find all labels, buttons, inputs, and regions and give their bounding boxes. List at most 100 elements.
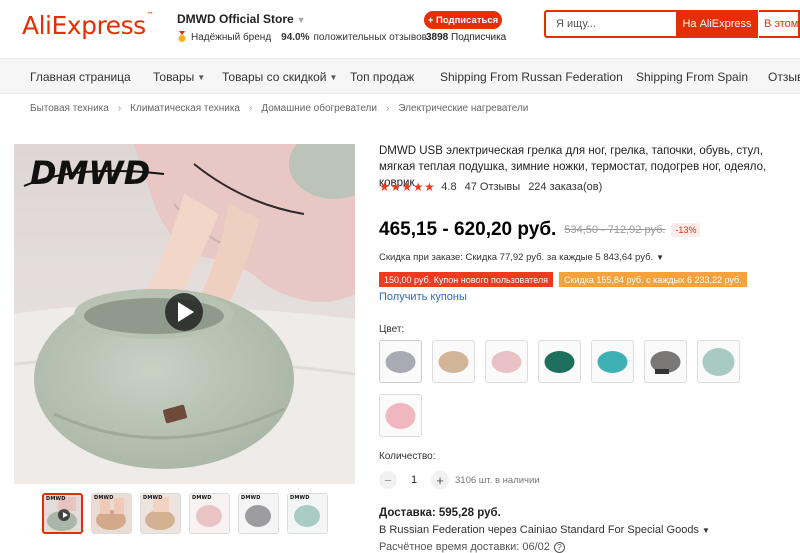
breadcrumb-item[interactable]: Климатическая техника (130, 103, 240, 114)
thumbnail-brand: DMWD (94, 495, 114, 501)
stock-count: 3106 шт. в наличии (455, 474, 540, 486)
quantity-stepper: − 1 + 3106 шт. в наличии (379, 471, 540, 489)
new-user-coupon[interactable]: 150,00 руб. Купон нового пользователя (379, 272, 554, 287)
subscribers-number: 3898 (426, 32, 449, 43)
thumbnail-brand: DMWD (241, 495, 261, 501)
shipping-cost: Доставка: 595,28 руб. (379, 507, 501, 519)
discount-badge: -13% (671, 223, 701, 237)
search-aliexpress-button[interactable]: На AliExpress (676, 10, 758, 38)
breadcrumb-item[interactable]: Бытовая техника (30, 103, 109, 114)
subscribe-button[interactable]: + Подписаться (424, 11, 502, 29)
swatch-image (385, 403, 416, 429)
subscribers-count: 3898 Подписчика (426, 32, 506, 43)
search-store-button[interactable]: В этом магазине (759, 10, 800, 38)
color-swatch[interactable] (591, 340, 634, 383)
image-thumbnails: DMWD DMWD DMWD DMWD DMWD DMWD (42, 493, 328, 534)
nav-top-sales[interactable]: Топ продаж (350, 59, 414, 95)
store-name-text: DMWD Official Store (177, 12, 294, 26)
get-coupons-link[interactable]: Получить купоны (379, 291, 467, 303)
search-input[interactable]: Я ищу... (544, 10, 677, 38)
swatch-image (438, 351, 469, 373)
thumbnail-brand: DMWD (192, 495, 212, 501)
trusted-brand-label: Надёжный бренд (191, 31, 272, 43)
chevron-down-icon: ▼ (701, 526, 710, 535)
nav-sale[interactable]: Товары со скидкой ▼ (222, 59, 337, 95)
chevron-right-icon: › (385, 102, 390, 114)
nav-sale-label: Товары со скидкой (222, 70, 327, 84)
positive-feedback-label: положительных отзывов (313, 31, 427, 43)
play-icon (58, 509, 70, 521)
orders-count: 224 заказа(ов) (528, 181, 603, 193)
delivery-time: Расчётное время доставки: 06/02? (379, 541, 565, 553)
rating-value: 4.8 (441, 181, 457, 193)
nav-reviews-label: Отзывы (768, 70, 800, 84)
rating-stars: ★★★★★ (379, 180, 436, 194)
store-coupon[interactable]: Скидка 155,84 руб. с каждых 6 233,22 руб… (559, 272, 747, 287)
coupons-row: 150,00 руб. Купон нового пользователя Ск… (379, 272, 747, 287)
aliexpress-logo[interactable]: AliExpress™ (22, 11, 154, 40)
breadcrumb: Бытовая техника › Климатическая техника … (30, 101, 528, 115)
logo-text: AliExpress (22, 11, 146, 40)
thumbnail-brand: DMWD (143, 495, 163, 501)
header: AliExpress™ DMWD Official Store ▼ Надёжны… (0, 0, 800, 58)
reviews-link[interactable]: 47 Отзывы (465, 181, 521, 193)
color-swatch[interactable] (485, 340, 528, 383)
store-nav: Главная страница Товары ▼ Товары со скидк… (0, 58, 800, 94)
chevron-down-icon: ▼ (329, 72, 338, 82)
shipping-method[interactable]: В Russian Federation через Cainiao Stand… (379, 524, 710, 536)
color-swatch[interactable] (379, 340, 422, 383)
positive-feedback-pct: 94.0% (281, 31, 310, 43)
nav-ship-spain[interactable]: Shipping From Spain (636, 59, 748, 95)
quantity-plus-button[interactable]: + (431, 471, 449, 489)
quantity-minus-button[interactable]: − (379, 471, 397, 489)
thumbnail[interactable]: DMWD (287, 493, 328, 534)
quantity-label: Количество: (379, 451, 436, 462)
nav-products-label: Товары (153, 70, 195, 84)
thumbnail[interactable]: DMWD (91, 493, 132, 534)
thumbnail[interactable]: DMWD (42, 493, 83, 534)
color-swatch[interactable] (432, 340, 475, 383)
color-swatch[interactable] (379, 394, 422, 437)
breadcrumb-item[interactable]: Электрические нагреватели (398, 103, 528, 114)
breadcrumb-item[interactable]: Домашние обогреватели (261, 103, 377, 114)
quantity-input[interactable]: 1 (403, 474, 425, 486)
nav-ship-russia[interactable]: Shipping From Russan Federation (440, 59, 623, 95)
swatch-image (491, 351, 522, 373)
old-price: 534,50 - 712,92 руб. (564, 224, 666, 236)
store-name[interactable]: DMWD Official Store ▼ (177, 12, 306, 26)
nav-reviews[interactable]: Отзывы (768, 59, 800, 95)
chevron-right-icon: › (248, 102, 253, 114)
chevron-right-icon: › (117, 102, 122, 114)
swatch-image (597, 351, 628, 373)
rating-row: ★★★★★ 4.8 47 Отзывы 224 заказа(ов) (379, 180, 602, 194)
product-photo: DMWD (14, 144, 355, 484)
nav-ship-spain-label: Shipping From Spain (636, 70, 749, 84)
chevron-down-icon: ▼ (656, 253, 665, 262)
thumbnail-brand: DMWD (46, 496, 66, 502)
thumbnail[interactable]: DMWD (140, 493, 181, 534)
nav-ship-russia-label: Shipping From Russan Federation (440, 70, 623, 84)
store-trust-info: Надёжный бренд 94.0% положительных отзыв… (177, 31, 427, 43)
swatch-image (650, 351, 681, 374)
thumbnail[interactable]: DMWD (189, 493, 230, 534)
nav-products[interactable]: Товары ▼ (153, 59, 205, 95)
subscribers-label: Подписчика (451, 32, 507, 43)
help-icon[interactable]: ? (553, 542, 565, 553)
nav-top-sales-label: Топ продаж (350, 70, 415, 84)
price-row: 465,15 - 620,20 руб. 534,50 - 712,92 руб… (379, 219, 701, 241)
thumbnail[interactable]: DMWD (238, 493, 279, 534)
nav-home[interactable]: Главная страница (30, 59, 131, 95)
chevron-down-icon: ▼ (296, 15, 306, 25)
shipping-method-text: В Russian Federation через Cainiao Stand… (379, 524, 699, 536)
color-swatch[interactable] (538, 340, 581, 383)
color-swatch[interactable] (644, 340, 687, 383)
order-discount[interactable]: Скидка при заказе: Скидка 77,92 руб. за … (379, 252, 664, 263)
delivery-time-text: Расчётное время доставки: 06/02 (379, 541, 550, 553)
order-discount-text: Скидка при заказе: Скидка 77,92 руб. за … (379, 252, 654, 263)
brand-watermark: DMWD (30, 154, 150, 192)
price: 465,15 - 620,20 руб. (379, 219, 557, 240)
product-main-image[interactable]: DMWD (14, 144, 355, 484)
thumbnail-brand: DMWD (290, 495, 310, 501)
color-swatch[interactable] (697, 340, 740, 383)
swatch-image (544, 351, 575, 373)
